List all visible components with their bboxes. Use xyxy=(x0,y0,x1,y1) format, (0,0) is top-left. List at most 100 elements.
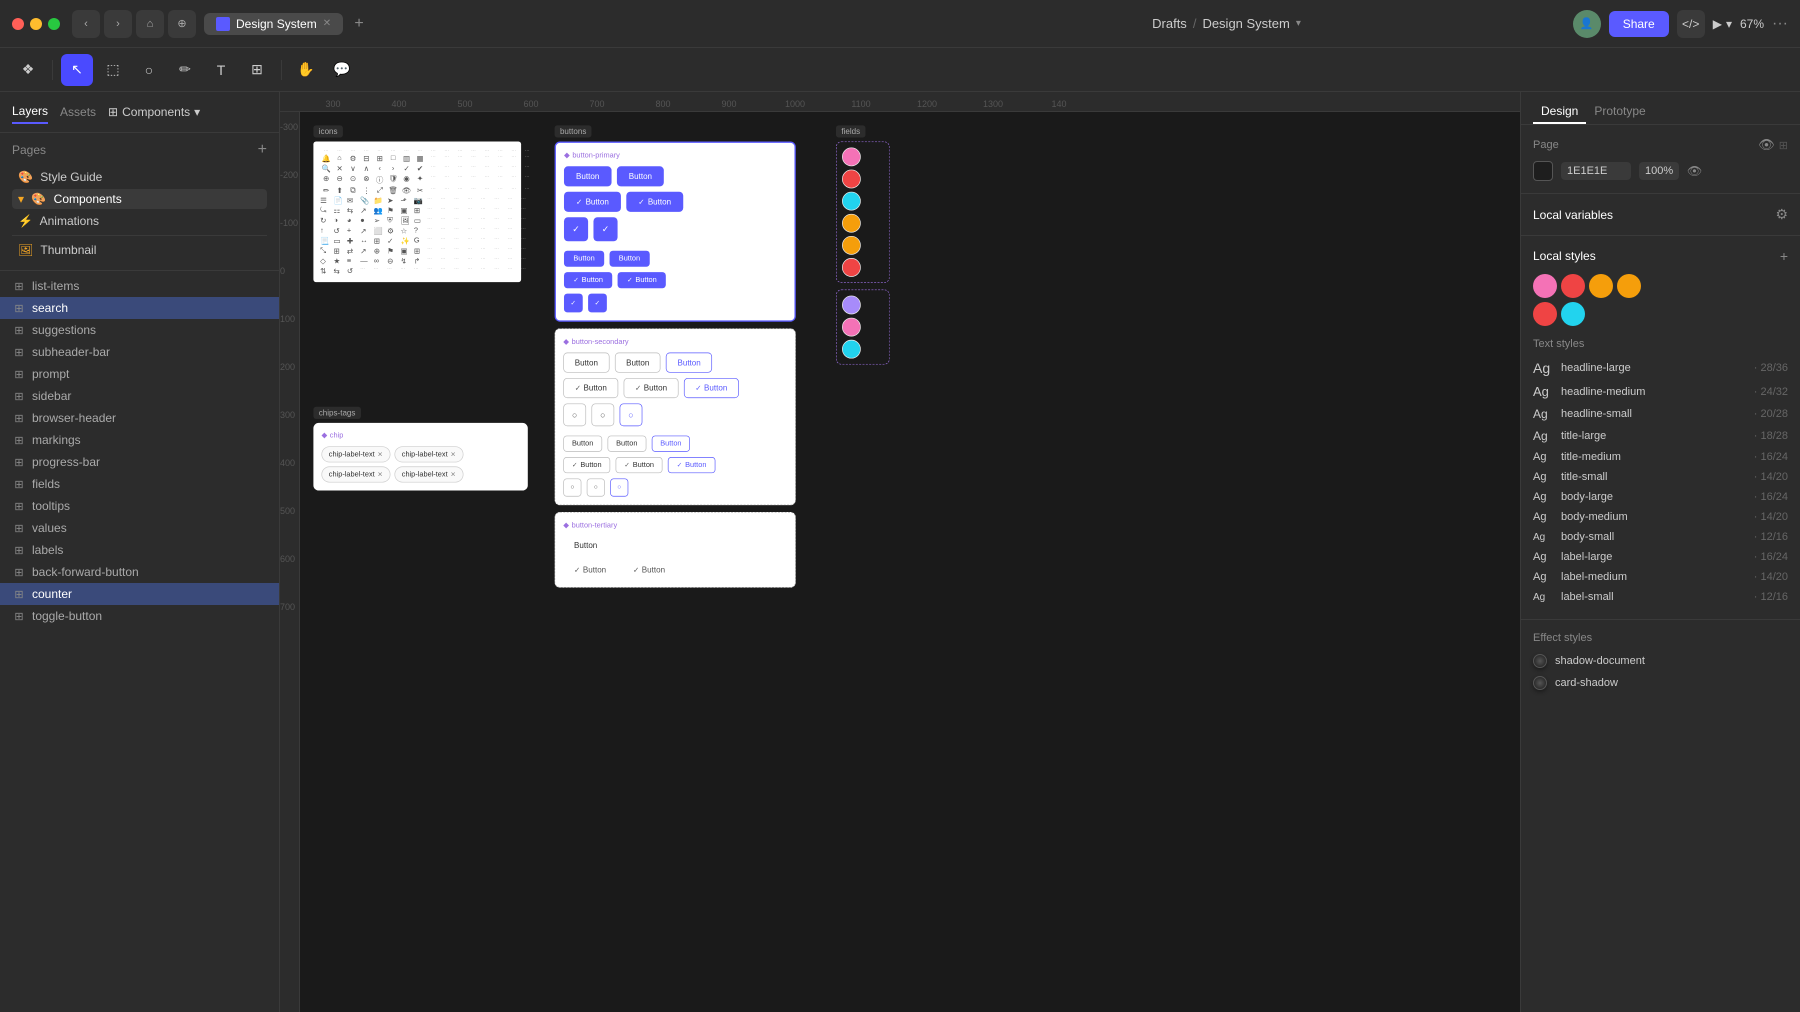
page-item-animations[interactable]: ⚡ Animations xyxy=(12,211,267,231)
secondary-btn-2[interactable]: Button xyxy=(615,353,661,373)
chip-1[interactable]: chip-label-text ✕ xyxy=(321,446,390,462)
secondary-only-sm-1[interactable]: ○ xyxy=(563,478,581,496)
layer-markings[interactable]: ⊞ markings xyxy=(0,429,279,451)
play-dropdown[interactable]: ▾ xyxy=(1726,17,1732,31)
chip-3[interactable]: chip-label-text ✕ xyxy=(321,466,390,482)
text-tool[interactable]: T xyxy=(205,54,237,86)
hand-tool[interactable]: ✋ xyxy=(290,54,322,86)
primary-btn-sm-icon-2[interactable]: ✓ Button xyxy=(618,272,666,288)
comment-tool[interactable]: 💬 xyxy=(326,54,358,86)
layer-back-forward[interactable]: ⊞ back-forward-button xyxy=(0,561,279,583)
secondary-sm-icon-2[interactable]: ✓ Button xyxy=(616,457,663,473)
secondary-btn-sm-blue[interactable]: Button xyxy=(651,436,690,452)
secondary-btn-blue[interactable]: Button xyxy=(666,353,712,373)
code-button[interactable]: </> xyxy=(1677,10,1705,38)
page-visibility-icon[interactable]: 👁 xyxy=(1758,137,1775,153)
primary-btn-sm-2[interactable]: Button xyxy=(609,251,649,267)
primary-btn-sm-icon-1[interactable]: ✓ Button xyxy=(564,272,612,288)
primary-btn-icon-2[interactable]: ✓ Button xyxy=(626,192,683,212)
secondary-sm-icon-1[interactable]: ✓ Button xyxy=(563,457,610,473)
secondary-btn-1[interactable]: Button xyxy=(563,353,609,373)
chip-2-close[interactable]: ✕ xyxy=(450,451,456,458)
component-tool[interactable]: ⊞ xyxy=(241,54,273,86)
style-headline-small[interactable]: Ag headline-small · 20/28 xyxy=(1533,403,1788,425)
style-body-small[interactable]: Ag body-small · 12/16 xyxy=(1533,527,1788,547)
frame-tool[interactable]: ⬚ xyxy=(97,54,129,86)
page-item-thumbnail[interactable]: 🖼 Thumbnail xyxy=(12,240,267,260)
play-icon[interactable]: ▶ xyxy=(1713,17,1722,31)
layer-counter[interactable]: ⊞ counter xyxy=(0,583,279,605)
secondary-btn-sm-2[interactable]: Button xyxy=(607,436,646,452)
shape-tool[interactable]: ○ xyxy=(133,54,165,86)
tertiary-btn-1[interactable]: Button xyxy=(563,536,608,555)
zoom-level[interactable]: 67% xyxy=(1740,17,1764,31)
style-headline-large[interactable]: Ag headline-large · 28/36 xyxy=(1533,356,1788,380)
style-headline-medium[interactable]: Ag headline-medium · 24/32 xyxy=(1533,380,1788,403)
user-avatar[interactable]: 👤 xyxy=(1573,10,1601,38)
layer-toggle-button[interactable]: ⊞ toggle-button xyxy=(0,605,279,627)
chip-3-close[interactable]: ✕ xyxy=(377,471,383,478)
select-tool[interactable]: ↖ xyxy=(61,54,93,86)
secondary-only-btn-1[interactable]: ○ xyxy=(563,403,586,426)
tertiary-icon-2[interactable]: ✓ Button xyxy=(622,560,676,579)
style-title-small[interactable]: Ag title-small · 14/20 xyxy=(1533,467,1788,487)
share-button[interactable]: Share xyxy=(1609,11,1669,37)
layer-progress-bar[interactable]: ⊞ progress-bar xyxy=(0,451,279,473)
style-body-large[interactable]: Ag body-large · 16/24 xyxy=(1533,487,1788,507)
primary-icon-btn-2[interactable]: ✓ xyxy=(593,217,617,241)
page-item-style-guide[interactable]: 🎨 Style Guide xyxy=(12,167,267,187)
maximize-button[interactable] xyxy=(48,18,60,30)
tab-assets[interactable]: Assets xyxy=(60,101,96,123)
globe-button[interactable]: ⊕ xyxy=(168,10,196,38)
breadcrumb-dropdown-icon[interactable]: ▾ xyxy=(1296,18,1301,29)
layer-fields[interactable]: ⊞ fields xyxy=(0,473,279,495)
secondary-only-btn-2[interactable]: ○ xyxy=(591,403,614,426)
primary-btn-icon-1[interactable]: ✓ Button xyxy=(564,192,621,212)
style-body-medium[interactable]: Ag body-medium · 14/20 xyxy=(1533,507,1788,527)
secondary-icon-btn-blue[interactable]: ✓ Button xyxy=(684,378,739,398)
style-label-large[interactable]: Ag label-large · 16/24 xyxy=(1533,547,1788,567)
home-button[interactable]: ⌂ xyxy=(136,10,164,38)
chip-2[interactable]: chip-label-text ✕ xyxy=(394,446,463,462)
secondary-icon-btn-1[interactable]: ✓ Button xyxy=(563,378,618,398)
style-label-medium[interactable]: Ag label-medium · 14/20 xyxy=(1533,567,1788,587)
primary-btn-sm-1[interactable]: Button xyxy=(564,251,604,267)
more-options-button[interactable]: ··· xyxy=(1772,15,1788,33)
page-item-components[interactable]: ▾ 🎨 Components xyxy=(12,189,267,209)
tab-prototype[interactable]: Prototype xyxy=(1586,100,1653,124)
primary-icon-btn-sm-2[interactable]: ✓ xyxy=(588,294,607,313)
style-title-large[interactable]: Ag title-large · 18/28 xyxy=(1533,425,1788,447)
active-tab[interactable]: Design System ✕ xyxy=(204,13,343,35)
add-page-button[interactable]: + xyxy=(258,141,267,159)
layer-search[interactable]: ⊞ search xyxy=(0,297,279,319)
pen-tool[interactable]: ✏ xyxy=(169,54,201,86)
tab-design[interactable]: Design xyxy=(1533,100,1586,124)
secondary-sm-icon-blue[interactable]: ✓ Button xyxy=(668,457,715,473)
primary-icon-btn-1[interactable]: ✓ xyxy=(564,217,588,241)
forward-button[interactable]: › xyxy=(104,10,132,38)
layer-browser-header[interactable]: ⊞ browser-header xyxy=(0,407,279,429)
minimize-button[interactable] xyxy=(30,18,42,30)
style-label-small[interactable]: Ag label-small · 12/16 xyxy=(1533,587,1788,607)
primary-btn-2[interactable]: Button xyxy=(617,166,664,186)
chip-1-close[interactable]: ✕ xyxy=(377,451,383,458)
page-bg-swatch[interactable] xyxy=(1533,161,1553,181)
secondary-only-sm-2[interactable]: ○ xyxy=(587,478,605,496)
page-eye-toggle[interactable]: 👁 xyxy=(1687,164,1702,178)
layer-tooltips[interactable]: ⊞ tooltips xyxy=(0,495,279,517)
tab-close-icon[interactable]: ✕ xyxy=(323,18,331,29)
local-vars-settings-icon[interactable]: ⚙ xyxy=(1775,206,1788,223)
canvas-content[interactable]: icons ··· ··· ··· ··· ··· ··· ··· xyxy=(300,112,1520,1012)
components-dropdown[interactable]: ▾ xyxy=(194,105,200,119)
layer-prompt[interactable]: ⊞ prompt xyxy=(0,363,279,385)
page-bg-opacity-input[interactable]: 100% xyxy=(1639,162,1679,180)
close-button[interactable] xyxy=(12,18,24,30)
tab-components[interactable]: ⊞ Components ▾ xyxy=(108,105,200,119)
primary-icon-btn-sm-1[interactable]: ✓ xyxy=(564,294,583,313)
secondary-only-btn-blue[interactable]: ○ xyxy=(620,403,643,426)
tertiary-icon-1[interactable]: ✓ Button xyxy=(563,560,617,579)
layer-labels[interactable]: ⊞ labels xyxy=(0,539,279,561)
tab-layers[interactable]: Layers xyxy=(12,100,48,124)
effect-card-shadow[interactable]: card-shadow xyxy=(1533,672,1788,694)
new-tab-button[interactable]: + xyxy=(347,12,371,36)
